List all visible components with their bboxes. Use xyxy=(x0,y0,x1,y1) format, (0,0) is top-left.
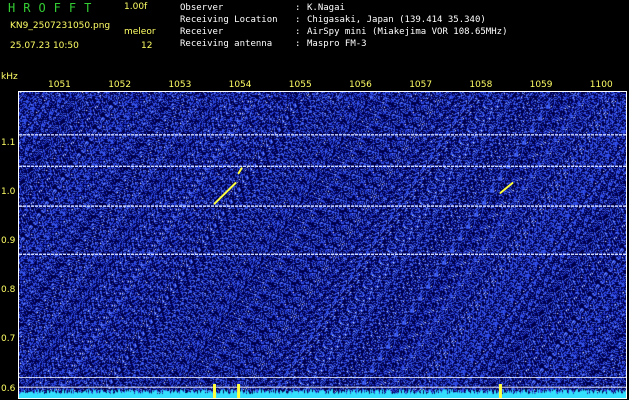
y-tick-label: 1.0 xyxy=(1,186,16,197)
meteor-echo xyxy=(237,167,243,175)
y-tick-label: 0.9 xyxy=(1,236,16,247)
x-tick-label: 1059 xyxy=(529,80,553,90)
y-tick-label: 0.6 xyxy=(1,383,16,394)
spectrogram-overlay xyxy=(19,134,626,398)
info-value: K.Nagai xyxy=(307,3,345,13)
meteor-echo xyxy=(499,182,514,194)
info-row-antenna: Receiving antenna: Maspro FM-3 xyxy=(180,39,367,49)
x-tick-label: 1057 xyxy=(409,80,433,90)
info-key: Receiving Location xyxy=(180,15,278,25)
y-tick-label: 1.1 xyxy=(1,137,16,148)
echo-spike xyxy=(213,384,216,398)
info-separator: : xyxy=(295,3,301,13)
x-tick-label: 1055 xyxy=(288,80,312,90)
app-name: HROFFT xyxy=(8,1,100,15)
x-tick-label: 1100 xyxy=(589,80,613,90)
x-tick-label: 1056 xyxy=(349,80,372,90)
info-key: Receiving antenna xyxy=(180,39,273,49)
x-tick-label: 1054 xyxy=(228,80,252,90)
spectrogram-plot[interactable] xyxy=(19,92,626,398)
mode-label: meleor xyxy=(124,27,156,37)
echo-spike xyxy=(237,384,241,398)
info-key: Receiver xyxy=(180,27,224,37)
x-tick-label: 1058 xyxy=(469,80,493,90)
info-value: AirSpy mini (Miakejima VOR 108.65MHz) xyxy=(307,27,508,37)
info-value: Maspro FM-3 xyxy=(307,39,367,49)
echo-spike xyxy=(498,384,502,398)
x-tick-label: 1052 xyxy=(108,80,132,90)
y-axis-unit-label: kHz xyxy=(1,72,18,82)
x-tick-label: 1053 xyxy=(168,80,192,90)
info-separator: : xyxy=(295,39,301,49)
info-separator: : xyxy=(295,15,301,25)
file-name: KN9_2507231050.png xyxy=(10,21,111,31)
info-row-receiver: Receiver: AirSpy mini (Miakejima VOR 108.… xyxy=(180,27,507,37)
count-value: 12 xyxy=(141,41,153,51)
meteor-echo xyxy=(213,182,237,205)
info-header: HROFFT 1.00f KN9_2507231050.png meleor 2… xyxy=(0,0,629,72)
version-label: 1.00f xyxy=(124,2,148,12)
info-row-observer: Observer: K.Nagai xyxy=(180,3,345,13)
y-tick-label: 0.7 xyxy=(1,334,16,345)
x-tick-label: 1051 xyxy=(48,80,71,90)
info-row-location: Receiving Location: Chigasaki, Japan (139… xyxy=(180,15,486,25)
info-value: Chigasaki, Japan (139.414 35.340) xyxy=(307,15,486,25)
info-separator: : xyxy=(295,27,301,37)
info-key: Observer xyxy=(180,3,224,13)
y-tick-label: 0.8 xyxy=(1,285,16,296)
observation-datetime: 25.07.23 10:50 xyxy=(10,41,79,51)
